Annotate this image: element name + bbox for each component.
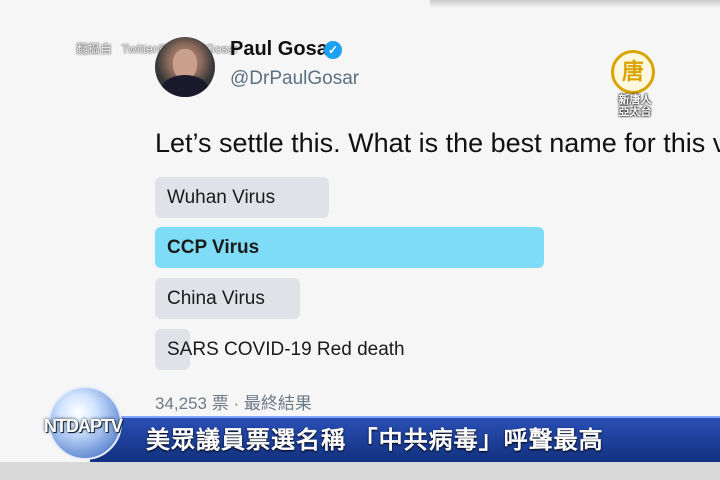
credit-prefix: 翻攝自 bbox=[76, 42, 113, 56]
poll-option-label: Wuhan Virus bbox=[167, 187, 276, 208]
poll-option-label: CCP Virus bbox=[167, 237, 260, 258]
poll-option-label: SARS COVID-19 Red death bbox=[167, 339, 405, 360]
top-shadow bbox=[430, 0, 720, 8]
station-logo: 唐 新唐人 亞太台 bbox=[607, 50, 657, 120]
poll-option-label: China Virus bbox=[167, 288, 265, 309]
avatar-shoulders bbox=[161, 75, 209, 97]
banner-headline: 美眾議員票選名稱 「中共病毒」呼聲最高 bbox=[146, 427, 604, 454]
station-name: 新唐人 亞太台 bbox=[618, 94, 652, 118]
author-handle[interactable]: @DrPaulGosar bbox=[230, 68, 359, 90]
author-name[interactable]: Paul Gosar bbox=[230, 38, 336, 61]
banner-bottom-strip bbox=[0, 462, 720, 480]
channel-logo-text: NTDAPTV bbox=[44, 416, 123, 436]
tweet-text: Let’s settle this. What is the best name… bbox=[155, 128, 720, 158]
station-seal-icon: 唐 bbox=[611, 50, 655, 94]
avatar[interactable] bbox=[155, 37, 215, 97]
verified-badge-icon: ✓ bbox=[324, 41, 342, 59]
video-frame: 翻攝自 Twitter@DrPaulGosar Paul Gosar ✓ @Dr… bbox=[0, 0, 720, 480]
poll-results-summary: 34,253 票 · 最終結果 bbox=[155, 394, 312, 413]
